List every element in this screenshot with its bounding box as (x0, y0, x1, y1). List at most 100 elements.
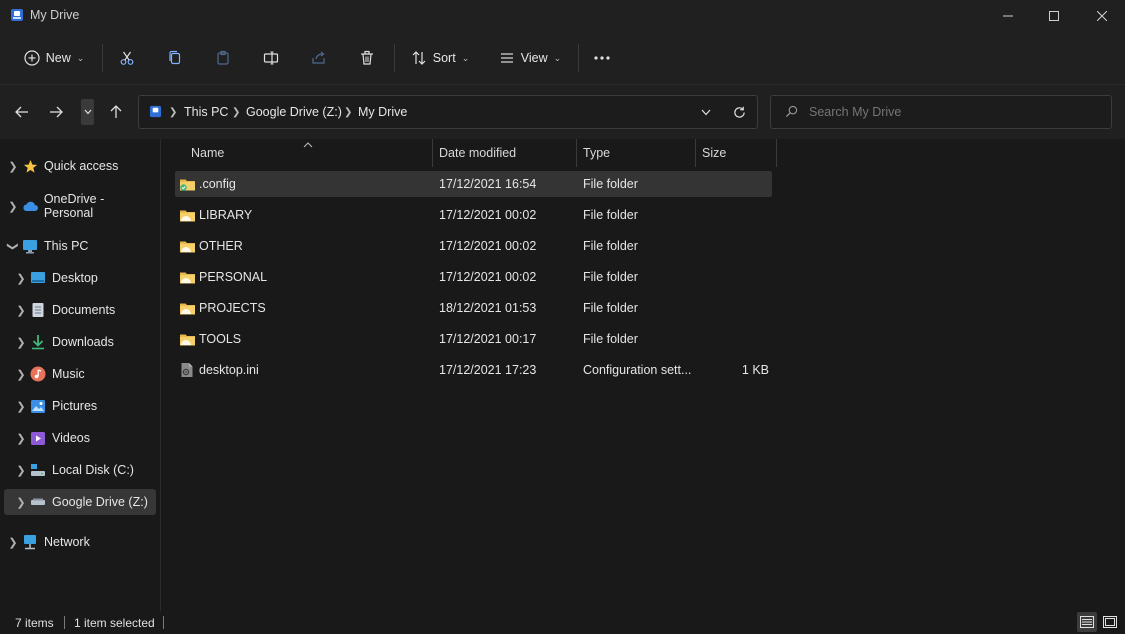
download-icon (30, 334, 46, 350)
trash-icon (361, 50, 373, 65)
chevron-right-icon[interactable]: ❯ (12, 336, 30, 349)
sidebar-item-label: Videos (52, 431, 90, 445)
chevron-right-icon[interactable]: ❯ (12, 272, 30, 285)
chevron-down-icon: ⌄ (461, 52, 470, 63)
file-row[interactable]: OTHER 17/12/2021 00:02 File folder (175, 233, 772, 259)
file-row[interactable]: TOOLS 17/12/2021 00:17 File folder (175, 326, 772, 352)
maximize-button[interactable] (1031, 0, 1077, 32)
sidebar-item-google-drive[interactable]: ❯ Google Drive (Z:) (4, 489, 156, 515)
large-icons-view-button[interactable] (1100, 612, 1120, 632)
address-history-button[interactable] (701, 96, 711, 128)
chevron-right-icon[interactable]: ❯ (12, 400, 30, 413)
paste-icon (217, 50, 229, 65)
sidebar-item-label: Google Drive (Z:) (52, 495, 148, 509)
breadcrumb-my-drive[interactable]: My Drive (358, 96, 407, 128)
breadcrumb-google-drive[interactable]: Google Drive (Z:) (246, 96, 342, 128)
sidebar-item-onedrive[interactable]: ❯ OneDrive - Personal (4, 192, 156, 220)
star-icon (22, 158, 38, 174)
cut-button[interactable] (110, 32, 144, 84)
file-row[interactable]: PERSONAL 17/12/2021 00:02 File folder (175, 264, 772, 290)
share-button[interactable] (302, 32, 336, 84)
delete-button[interactable] (350, 32, 384, 84)
chevron-right-icon[interactable]: ❯ (4, 536, 22, 549)
details-view-button[interactable] (1077, 612, 1097, 632)
paste-button[interactable] (206, 32, 240, 84)
file-row[interactable]: desktop.ini 17/12/2021 17:23 Configurati… (175, 357, 772, 383)
copy-button[interactable] (158, 32, 192, 84)
folder-icon (179, 233, 196, 259)
more-options-button[interactable] (586, 32, 618, 84)
sort-button[interactable]: Sort ⌄ (402, 32, 478, 84)
sidebar-item-downloads[interactable]: ❯ Downloads (4, 329, 156, 355)
file-row[interactable]: PROJECTS 18/12/2021 01:53 File folder (175, 295, 772, 321)
file-type: File folder (583, 332, 638, 346)
chevron-right-icon[interactable]: ❯ (4, 160, 22, 173)
thumbnail-view-icon (1103, 616, 1117, 628)
column-header-type[interactable]: Type (577, 139, 696, 167)
sidebar-item-label: Local Disk (C:) (52, 463, 134, 477)
sidebar-item-quick-access[interactable]: ❯ Quick access (4, 153, 156, 179)
sidebar-item-music[interactable]: ❯ Music (4, 361, 156, 387)
chevron-right-icon[interactable]: ❯ (12, 304, 30, 317)
search-box[interactable] (770, 95, 1112, 129)
column-label: Size (702, 146, 727, 160)
file-date: 17/12/2021 16:54 (439, 177, 537, 191)
close-button[interactable] (1079, 0, 1125, 32)
more-icon (594, 56, 610, 60)
address-bar[interactable]: ❯ This PC ❯ Google Drive (Z:) ❯ My Drive (138, 95, 758, 129)
chevron-right-icon[interactable]: ❯ (4, 200, 22, 213)
cloud-icon (22, 198, 38, 214)
back-button[interactable] (8, 85, 36, 139)
sidebar-item-videos[interactable]: ❯ Videos (4, 425, 156, 451)
file-row[interactable]: .config 17/12/2021 16:54 File folder (175, 171, 772, 197)
recent-locations-button[interactable] (81, 99, 94, 125)
sidebar-item-label: Pictures (52, 399, 98, 413)
file-type: File folder (583, 301, 638, 315)
view-button[interactable]: View ⌄ (490, 32, 570, 84)
chevron-right-icon[interactable]: ❯ (12, 368, 30, 381)
sort-label: Sort (432, 51, 456, 65)
sidebar-item-label: OneDrive - Personal (43, 192, 105, 220)
column-header-date[interactable]: Date modified (433, 139, 577, 167)
file-name: LIBRARY (199, 208, 253, 222)
refresh-button[interactable] (733, 96, 746, 128)
chevron-down-icon (84, 109, 91, 115)
sidebar-item-this-pc[interactable]: ❯ This PC (4, 233, 156, 259)
file-date: 17/12/2021 00:02 (439, 239, 537, 253)
chevron-right-icon[interactable]: ❯ (12, 496, 30, 509)
drive-icon (30, 494, 46, 510)
column-label: Name (191, 146, 225, 160)
minimize-icon (1003, 15, 1013, 17)
drive-location-icon (149, 105, 162, 121)
sidebar-item-desktop[interactable]: ❯ Desktop (4, 265, 156, 291)
file-row[interactable]: LIBRARY 17/12/2021 00:02 File folder (175, 202, 772, 228)
column-header-size[interactable]: Size (696, 139, 777, 167)
breadcrumb-separator: ❯ (344, 106, 353, 118)
chevron-right-icon[interactable]: ❯ (12, 464, 30, 477)
rename-button[interactable] (254, 32, 288, 84)
breadcrumb-this-pc[interactable]: This PC (184, 96, 228, 128)
folder-icon (179, 202, 196, 228)
up-button[interactable] (103, 85, 129, 139)
chevron-right-icon[interactable]: ❯ (12, 432, 30, 445)
new-button[interactable]: New ⌄ (14, 32, 94, 84)
sidebar-item-local-disk[interactable]: ❯ Local Disk (C:) (4, 457, 156, 483)
arrow-up-icon (110, 105, 122, 118)
file-size: 1 KB (741, 363, 769, 377)
minimize-button[interactable] (985, 0, 1031, 32)
drive-app-icon (10, 8, 24, 22)
sort-icon (412, 51, 426, 65)
scissors-icon (120, 51, 134, 65)
file-list: Name Date modified Type Size .config 17/… (161, 139, 1125, 611)
file-name: PERSONAL (199, 270, 268, 284)
sidebar-item-network[interactable]: ❯ Network (4, 529, 156, 555)
share-icon (312, 51, 325, 64)
item-count: 7 items (15, 615, 54, 630)
chevron-down-icon[interactable]: ❯ (7, 237, 20, 255)
search-input[interactable] (809, 96, 1099, 128)
sidebar-item-pictures[interactable]: ❯ Pictures (4, 393, 156, 419)
forward-button[interactable] (42, 85, 70, 139)
column-label: Date modified (439, 146, 517, 160)
file-name: .config (199, 177, 236, 191)
sidebar-item-documents[interactable]: ❯ Documents (4, 297, 156, 323)
